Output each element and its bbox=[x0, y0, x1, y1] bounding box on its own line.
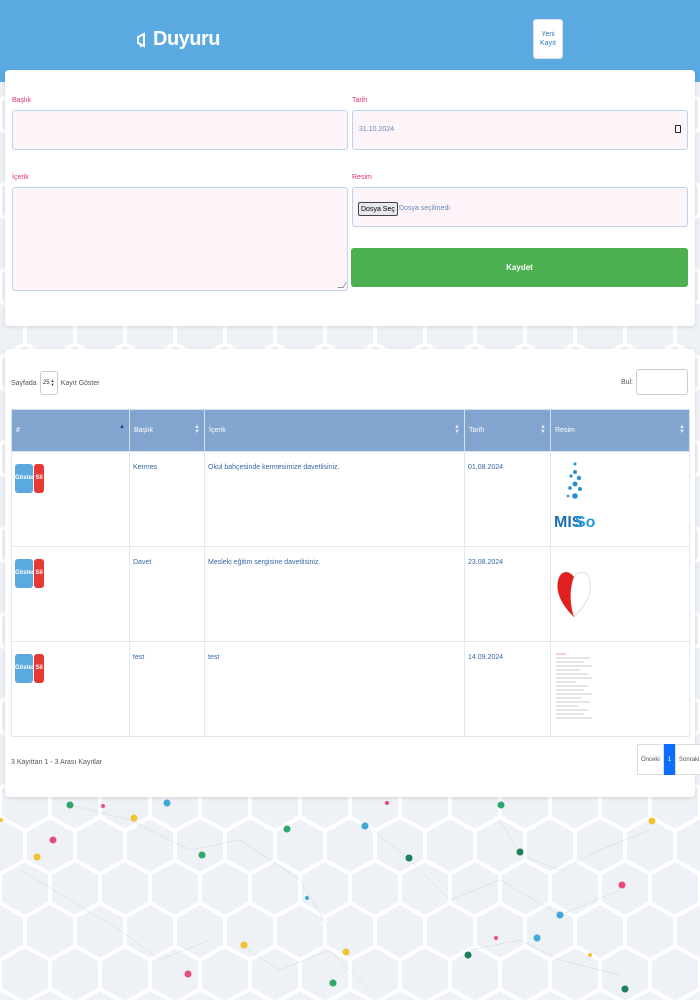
column-header-id[interactable]: # ▲ bbox=[11, 409, 130, 452]
actions-cell: GösterSil bbox=[11, 451, 130, 547]
content-label: İçerik bbox=[12, 174, 29, 181]
table-search: Bul: bbox=[621, 369, 688, 395]
actions-cell: GösterSil bbox=[11, 546, 130, 642]
brand[interactable]: Duyuru bbox=[136, 28, 221, 51]
image-cell: MIS Soft bbox=[550, 451, 690, 547]
column-header-image[interactable]: Resim ▲ ▼ bbox=[550, 409, 690, 452]
page-length-control: Sayfada 25 ▲ ▼ Kayıt Göster bbox=[11, 371, 100, 395]
next-page-button[interactable]: Sonraki bbox=[675, 744, 700, 775]
title-input[interactable] bbox=[12, 110, 348, 150]
show-button[interactable]: Göster bbox=[15, 464, 34, 493]
image-cell bbox=[550, 546, 690, 642]
length-prefix: Sayfada bbox=[11, 379, 37, 387]
search-label: Bul: bbox=[620, 378, 633, 386]
prev-page-button[interactable]: Önceki bbox=[637, 744, 664, 775]
image-file-input[interactable]: Dosya Seç Dosya seçilmedi bbox=[352, 187, 688, 227]
updown-icon: ▲ ▼ bbox=[50, 378, 55, 387]
announcement-table-card: Sayfada 25 ▲ ▼ Kayıt Göster Bul: # ▲ Başlı… bbox=[5, 349, 700, 797]
heart-image[interactable] bbox=[554, 555, 594, 625]
title-cell: Kermes bbox=[129, 451, 205, 547]
sort-icon: ▲ ▼ bbox=[454, 424, 460, 435]
delete-button[interactable]: Sil bbox=[34, 559, 44, 588]
pagination: Önceki 1 Sonraki bbox=[637, 744, 700, 775]
page-length-select[interactable]: 25 ▲ ▼ bbox=[39, 371, 58, 395]
sort-icon: ▲ ▼ bbox=[194, 424, 200, 435]
sort-icon: ▲ ▼ bbox=[540, 424, 546, 435]
title-cell: Davet bbox=[129, 546, 205, 642]
actions-cell: GösterSil bbox=[11, 641, 130, 737]
title-label: Başlık bbox=[12, 97, 32, 104]
image-cell bbox=[550, 641, 690, 737]
save-button[interactable]: Kaydet bbox=[351, 248, 688, 287]
column-header-title[interactable]: Başlık ▲ ▼ bbox=[129, 409, 205, 452]
show-button[interactable]: Göster bbox=[15, 654, 34, 683]
content-cell: Okul bahçesinde kermesimize davetlisiniz… bbox=[204, 451, 465, 547]
date-label: Tarih bbox=[352, 97, 368, 104]
table-row: GösterSil Kermes Okul bahçesinde kermesi… bbox=[11, 451, 690, 547]
announcement-form: Başlık Tarih 31.10.2024 İçerik Resim Dos… bbox=[5, 70, 695, 326]
table-row: GösterSil Davet Mesleki eğitim sergisine… bbox=[11, 546, 690, 642]
content-cell: test bbox=[204, 641, 465, 737]
column-header-content[interactable]: İçerik ▲ ▼ bbox=[204, 409, 465, 452]
show-button[interactable]: Göster bbox=[15, 559, 34, 588]
megaphone-icon bbox=[137, 31, 145, 48]
table-info: 3 Kayıttan 1 - 3 Arası Kayıtlar bbox=[11, 759, 103, 766]
sort-asc-icon: ▲ bbox=[119, 424, 125, 430]
logo-text-soft: Soft bbox=[575, 514, 596, 531]
delete-button[interactable]: Sil bbox=[34, 654, 44, 683]
missoft-logo-image[interactable]: MIS Soft bbox=[554, 460, 607, 532]
brand-title: Duyuru bbox=[153, 28, 221, 50]
choose-file-button[interactable]: Dosya Seç bbox=[358, 202, 398, 216]
date-cell: 14.09.2024 bbox=[464, 641, 551, 737]
date-value: 31.10.2024 bbox=[359, 126, 395, 133]
title-cell: test bbox=[129, 641, 205, 737]
new-record-button[interactable]: Yeni Kayıt bbox=[533, 19, 563, 59]
length-suffix: Kayıt Göster bbox=[60, 379, 100, 387]
calendar-icon[interactable] bbox=[675, 125, 681, 133]
date-cell: 23.08.2024 bbox=[464, 546, 551, 642]
document-thumbnail-image[interactable] bbox=[554, 650, 596, 722]
page-1-button[interactable]: 1 bbox=[663, 744, 676, 775]
table-row: GösterSil test test 14.09.2024 bbox=[11, 641, 690, 737]
column-header-date[interactable]: Tarih ▲ ▼ bbox=[464, 409, 551, 452]
sort-icon: ▲ ▼ bbox=[679, 424, 685, 435]
announcement-table: # ▲ Başlık ▲ ▼ İçerik ▲ ▼ Tarih ▲ ▼ Resim ▲ ▼ Gös… bbox=[11, 409, 690, 737]
file-status: Dosya seçilmedi bbox=[399, 205, 450, 212]
image-label: Resim bbox=[352, 174, 372, 181]
date-input[interactable]: 31.10.2024 bbox=[352, 110, 688, 150]
delete-button[interactable]: Sil bbox=[34, 464, 44, 493]
resize-handle-icon[interactable] bbox=[337, 282, 347, 288]
date-cell: 01.08.2024 bbox=[464, 451, 551, 547]
search-input[interactable] bbox=[636, 369, 688, 395]
content-cell: Mesleki eğitim sergisine davetlisiniz. bbox=[204, 546, 465, 642]
content-textarea[interactable] bbox=[12, 187, 348, 291]
